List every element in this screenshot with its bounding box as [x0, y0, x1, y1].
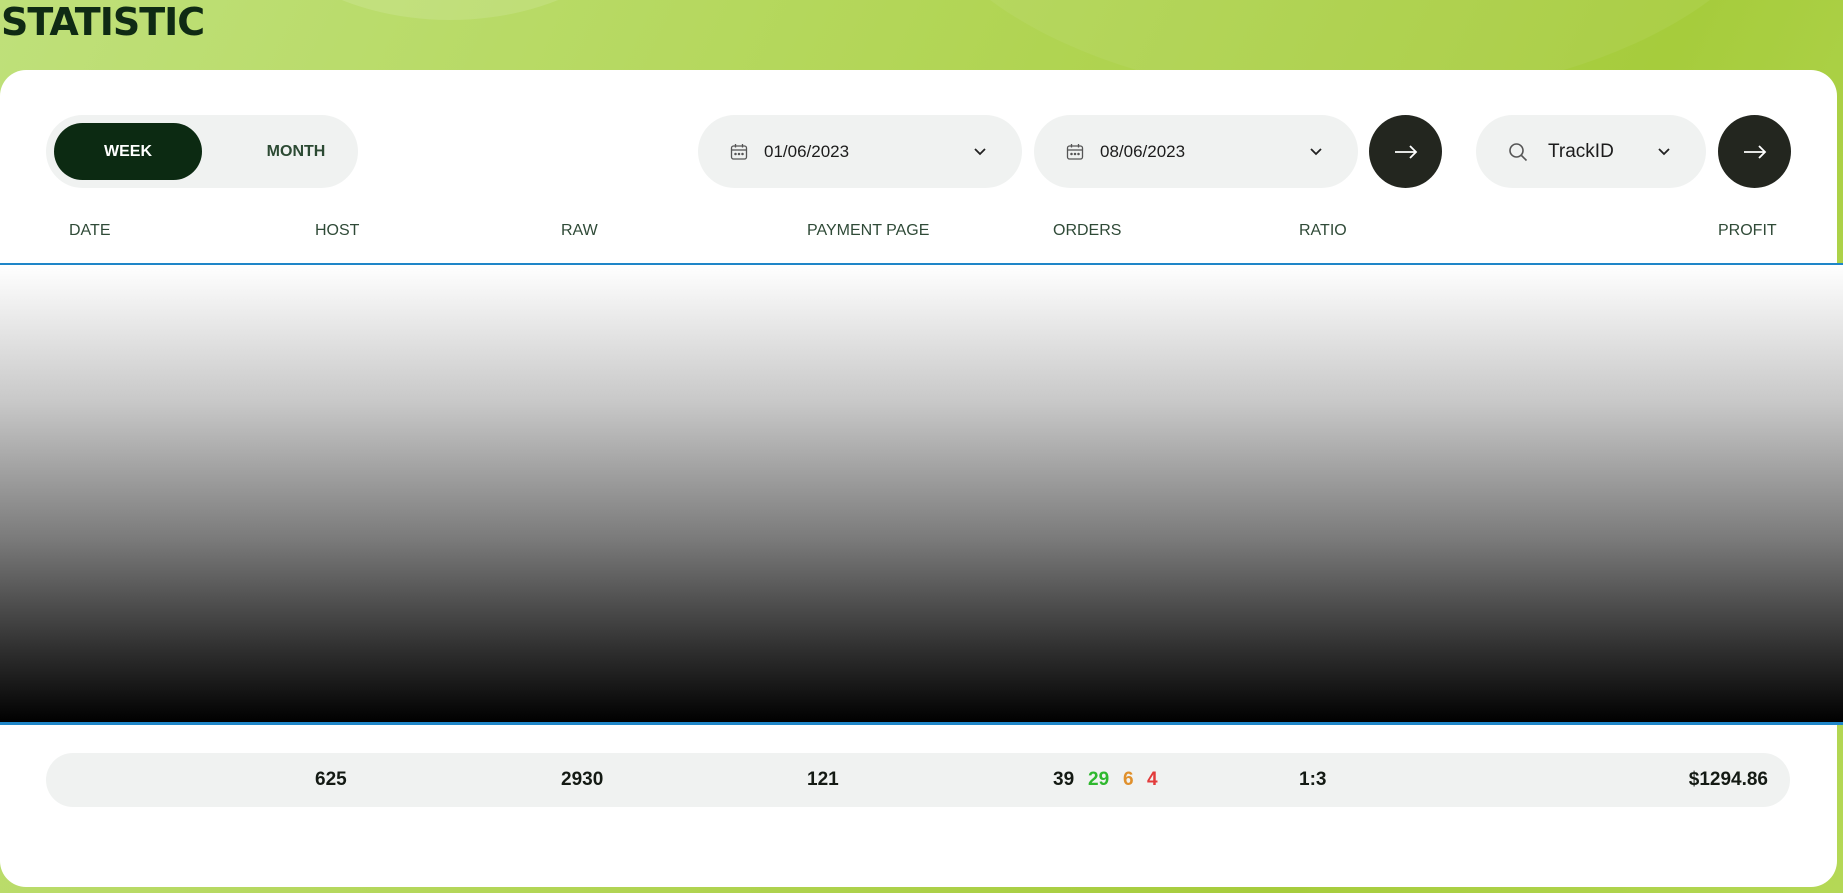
orders-orange-count: 6 [1123, 769, 1134, 790]
chevron-down-icon [1310, 148, 1322, 156]
total-orders: 39 [1053, 769, 1075, 790]
table-body-occluded [0, 265, 1843, 723]
totals-row: 625 2930 121 39 29 6 4 1:3 $1294.86 [46, 753, 1790, 807]
arrow-right-icon [1743, 144, 1766, 159]
total-host: 625 [315, 769, 347, 790]
column-header-payment-page[interactable]: PAYMENT PAGE [807, 222, 929, 240]
date-from-picker[interactable]: 01/06/2023 [698, 115, 1022, 188]
chevron-down-icon [1658, 148, 1670, 156]
column-header-ratio[interactable]: RATIO [1299, 222, 1347, 240]
column-header-orders[interactable]: ORDERS [1053, 222, 1121, 240]
table-header: DATE HOST RAW PAYMENT PAGE ORDERS RATIO … [0, 222, 1843, 252]
total-payment-page: 121 [807, 769, 839, 790]
total-raw: 2930 [561, 769, 604, 790]
page-title: STATISTIC [1, 0, 205, 44]
week-button[interactable]: WEEK [54, 123, 202, 180]
trackid-value: TrackID [1548, 140, 1614, 162]
orders-green-count: 29 [1088, 769, 1110, 790]
date-from-value: 01/06/2023 [764, 141, 850, 161]
calendar-icon [1066, 143, 1084, 160]
arrow-right-icon [1394, 144, 1417, 159]
total-profit: $1294.86 [1688, 769, 1768, 790]
month-button[interactable]: MONTH [246, 123, 346, 180]
period-toggle: WEEK MONTH [46, 115, 358, 188]
trackid-search-select[interactable]: TrackID [1476, 115, 1706, 188]
column-header-profit[interactable]: PROFIT [1718, 222, 1777, 240]
column-header-raw[interactable]: RAW [561, 222, 598, 240]
background-decoration [240, 0, 660, 20]
apply-date-range-button[interactable] [1369, 115, 1442, 188]
divider [0, 722, 1843, 725]
chevron-down-icon [974, 148, 986, 156]
apply-trackid-button[interactable] [1718, 115, 1791, 188]
search-icon [1509, 142, 1528, 161]
total-ratio: 1:3 [1299, 769, 1327, 790]
column-header-host[interactable]: HOST [315, 222, 359, 240]
date-to-picker[interactable]: 08/06/2023 [1034, 115, 1358, 188]
orders-red-count: 4 [1147, 769, 1158, 790]
column-header-date[interactable]: DATE [69, 222, 110, 240]
date-to-value: 08/06/2023 [1100, 141, 1186, 161]
calendar-icon [730, 143, 748, 160]
